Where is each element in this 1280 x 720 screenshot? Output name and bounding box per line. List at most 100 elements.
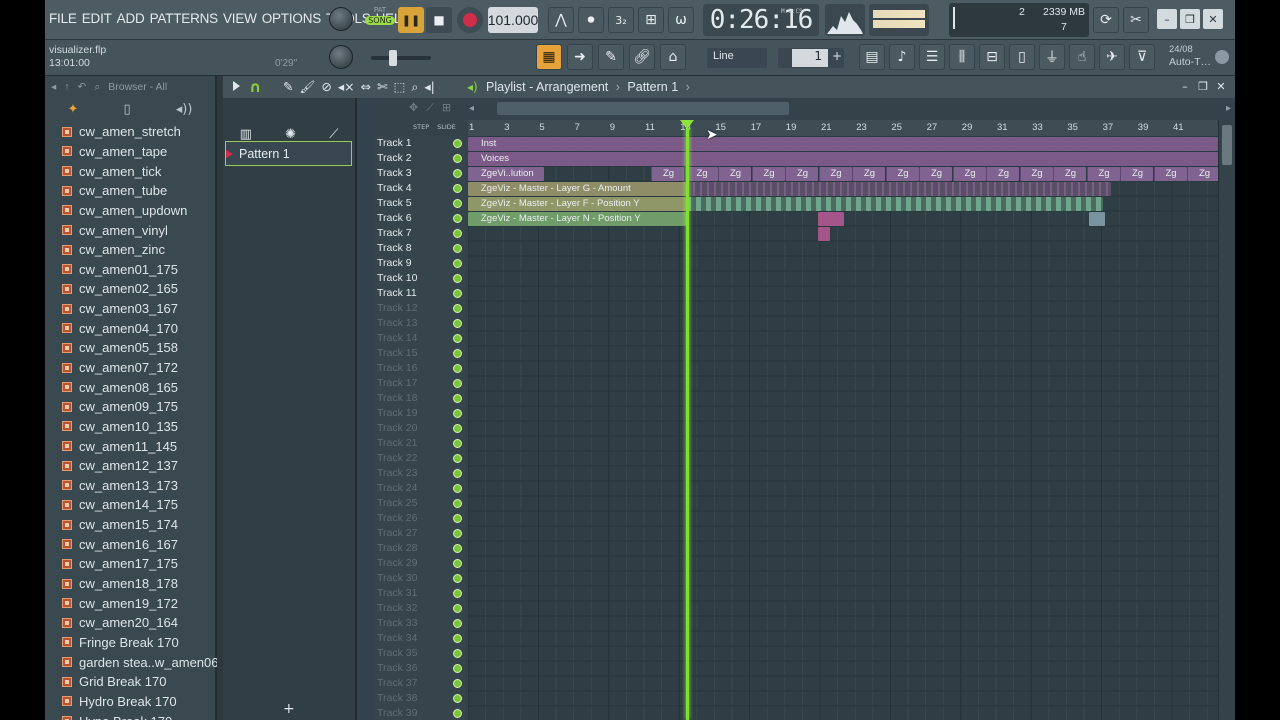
clip-zg-short[interactable]: Zg [718,167,751,181]
bird-icon[interactable]: ✈ [1099,44,1125,70]
tempo-display[interactable]: 101.000 [488,7,538,33]
browser-item[interactable]: cw_amen02_165 [45,279,215,299]
news-panel[interactable]: 24/08 Auto-T… [1169,44,1233,72]
slice-tool-icon[interactable]: ✄ [377,79,387,95]
browser-item[interactable]: cw_amen17_175 [45,554,215,574]
clip-zg-short[interactable]: Zg [986,167,1019,181]
browser-item[interactable]: cw_amen14_175 [45,495,215,515]
track-header[interactable]: Track 22 [375,451,465,466]
track-header[interactable]: Track 39 [375,706,465,720]
clip-zg-short[interactable]: Zg [919,167,952,181]
browser-up-icon[interactable]: ↑ [64,81,69,93]
browser-item[interactable]: cw_amen19_172 [45,593,215,613]
track-header[interactable]: Track 16 [375,361,465,376]
playlist-minimize-button[interactable]: – [1178,79,1192,93]
track-mute-led[interactable] [453,664,462,673]
track-header[interactable]: Track 7 [375,226,465,241]
playback-tool-icon[interactable]: ◂| [424,79,435,95]
track-header[interactable]: Track 27 [375,526,465,541]
stamp-icon[interactable]: ⌂ [660,44,686,70]
step-select[interactable]: 1 + [778,48,844,68]
blend-notes-icon[interactable]: ω [668,7,694,33]
magnet-icon[interactable]: ∩ [249,78,261,96]
track-mute-led[interactable] [453,454,462,463]
track-mute-led[interactable] [453,319,462,328]
add-pattern-button[interactable]: + [283,701,295,717]
piano-icon[interactable]: ▥ [240,127,252,142]
track-header[interactable]: Track 21 [375,436,465,451]
step-plus-icon[interactable]: + [832,49,842,63]
wait-input-icon[interactable]: ⏺ [578,7,604,33]
overview-left-arrow[interactable]: ◂ [469,103,474,114]
overview-right-arrow[interactable]: ▸ [1226,103,1231,114]
browser-item[interactable]: cw_amen07_172 [45,358,215,378]
track-header[interactable]: Track 10 [375,271,465,286]
browser-item[interactable]: cw_amen20_164 [45,613,215,633]
snap-select[interactable]: Line [707,48,767,68]
file-icon[interactable]: ▯ [1009,44,1035,70]
track-mute-led[interactable] [453,694,462,703]
playlist-ruler[interactable]: 1357911131517192123252729313335373941 [468,120,1218,136]
track-mute-led[interactable] [453,334,462,343]
clip-zg-short[interactable]: Zg [852,167,885,181]
track-header[interactable]: Track 32 [375,601,465,616]
track-header[interactable]: Track 17 [375,376,465,391]
overview-thumb[interactable] [497,102,789,115]
menu-patterns[interactable]: PATTERNS [150,11,219,26]
track-header[interactable]: Track 3 [375,166,465,181]
slip-tool-icon[interactable]: ⇔ [361,79,371,95]
track-header[interactable]: Track 1 [375,136,465,151]
track-header[interactable]: Track 6 [375,211,465,226]
pat-song-toggle[interactable]: PAT SONG [365,6,395,34]
browser-item[interactable]: cw_amen13_173 [45,476,215,496]
grid-icon[interactable]: ⊞ [442,101,451,115]
metronome-icon[interactable]: ⋀ [548,7,574,33]
track-mute-led[interactable] [453,709,462,718]
track-mute-led[interactable] [453,394,462,403]
browser-item[interactable]: cw_amen_stretch [45,122,215,142]
track-mute-led[interactable] [453,304,462,313]
play-button[interactable]: ❚❚ [398,7,424,33]
browser-item[interactable]: cw_amen03_167 [45,299,215,319]
track-mute-led[interactable] [453,244,462,253]
playlist-vertical-scrollbar[interactable] [1218,120,1235,720]
select-tool-icon[interactable]: ⬚ [394,79,406,95]
track-mute-led[interactable] [453,364,462,373]
clip-zg-short[interactable]: Zg [751,167,785,181]
step-edit-icon[interactable]: ⊞ [638,7,664,33]
clip-layer-f-pattern[interactable] [686,197,1103,211]
clip-zg-short[interactable]: Zg [1086,167,1120,181]
clip-layer-f[interactable]: ZgeViz - Master - Layer F - Position Y [468,197,686,211]
browser-item[interactable]: cw_amen11_145 [45,436,215,456]
menu-options[interactable]: OPTIONS [262,11,322,26]
pencil-icon[interactable]: ✎ [598,44,624,70]
track-mute-led[interactable] [453,169,462,178]
track-header[interactable]: Track 2 [375,151,465,166]
clip-track6-b[interactable] [1089,212,1105,226]
draw-tool-icon[interactable]: ✎ [283,79,293,95]
plugin-icon[interactable]: ⏚ [1039,44,1065,70]
track-header[interactable]: Track 35 [375,646,465,661]
track-mute-led[interactable] [453,409,462,418]
track-header[interactable]: Track 20 [375,421,465,436]
link-icon[interactable]: 🔗︎ [629,44,655,70]
track-mute-led[interactable] [453,154,462,163]
clip-layer-g[interactable]: ZgeViz - Master - Layer G - Amount [468,182,686,196]
breadcrumb-arrow-icon[interactable]: › [686,80,690,94]
clip-zg-short[interactable]: Zg [885,167,919,181]
track-header[interactable]: Track 25 [375,496,465,511]
track-mute-led[interactable] [453,619,462,628]
browser-item[interactable]: cw_amen18_178 [45,574,215,594]
track-mute-led[interactable] [453,559,462,568]
record-button[interactable] [457,7,483,33]
track-mute-led[interactable] [453,679,462,688]
pan-handle-icon[interactable]: ✥ [409,101,418,115]
track-header[interactable]: Track 5 [375,196,465,211]
playlist-icon[interactable]: ▤ [859,44,885,70]
clip-zg-short[interactable]: Zg [651,167,684,181]
track-header[interactable]: Track 24 [375,481,465,496]
clip-zg-short[interactable]: Zg [1187,167,1218,181]
piano-roll-icon[interactable]: ♪ [889,44,915,70]
track-mute-led[interactable] [453,514,462,523]
browser-item[interactable]: cw_amen10_135 [45,417,215,437]
